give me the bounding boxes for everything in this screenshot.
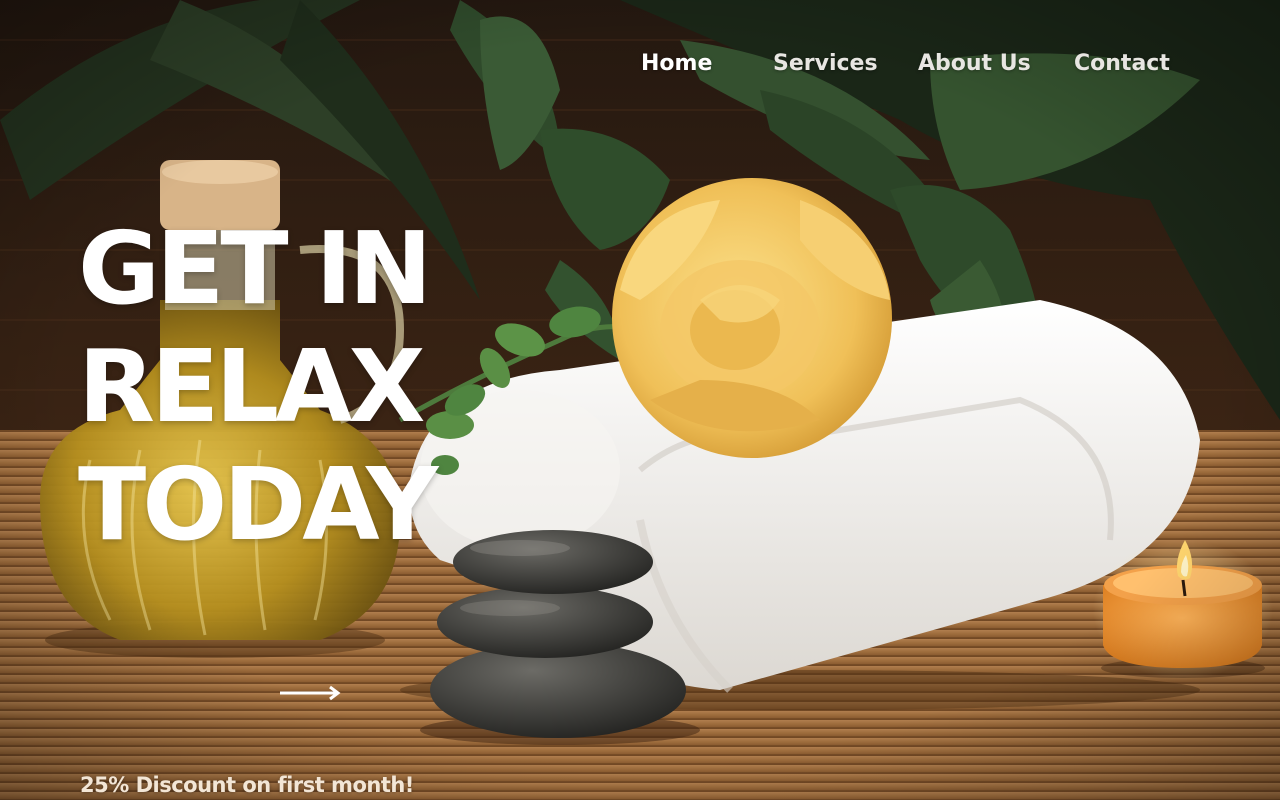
nav-link-contact[interactable]: Contact xyxy=(1074,48,1170,80)
nav-link-services[interactable]: Services xyxy=(773,48,878,80)
main-navigation: Home Services About Us Contact xyxy=(0,48,1280,84)
headline-line-1: GET IN xyxy=(78,210,432,327)
hero-section: Home Services About Us Contact GET IN RE… xyxy=(0,0,1280,800)
headline-line-2: RELAX xyxy=(78,328,426,445)
headline-line-3: TODAY xyxy=(78,446,438,563)
nav-link-home[interactable]: Home xyxy=(641,48,712,80)
discount-text: 25% Discount on first month! xyxy=(80,773,414,797)
hero-headline: GET IN RELAX TODAY xyxy=(78,210,438,564)
nav-link-about-us[interactable]: About Us xyxy=(918,48,1031,80)
arrow-right-icon[interactable] xyxy=(278,682,342,704)
